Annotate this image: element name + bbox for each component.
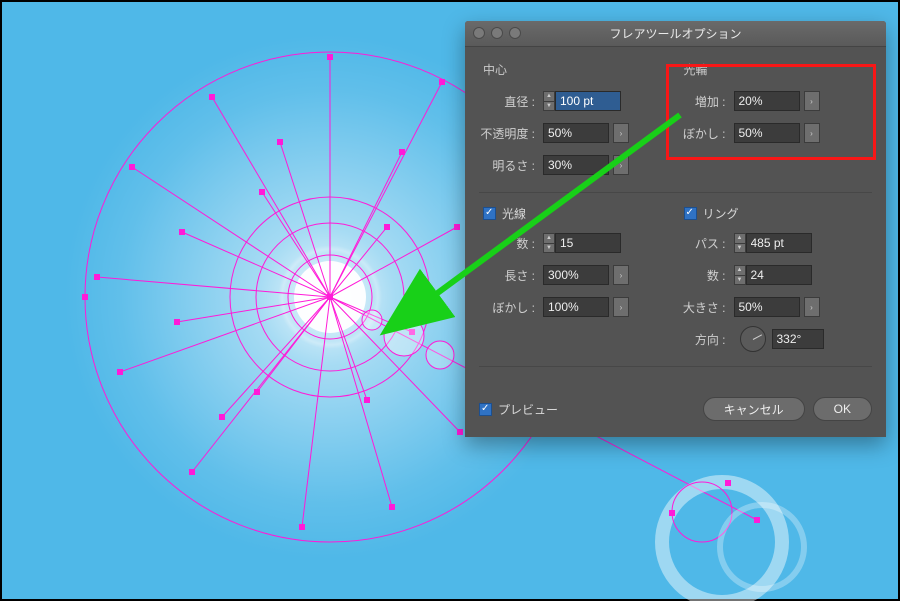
ok-button[interactable]: OK (813, 397, 872, 421)
rings-path-field[interactable] (746, 233, 812, 253)
halo-section: 光輪 増加 : › ぼかし : › (680, 61, 873, 184)
rays-length-field[interactable] (543, 265, 609, 285)
brightness-field[interactable] (543, 155, 609, 175)
rays-length-dropdown[interactable]: › (613, 265, 629, 285)
rings-direction-label: 方向 : (680, 331, 728, 348)
chevron-up-icon[interactable]: ▲ (543, 91, 555, 101)
chevron-down-icon[interactable]: ▼ (543, 243, 555, 254)
rings-count-stepper[interactable]: ▲▼ (734, 265, 746, 285)
chevron-down-icon[interactable]: ▼ (734, 243, 746, 254)
flare-tool-options-dialog: フレアツールオプション 中心 直径 : ▲▼ 不透明度 : › 明るさ : (465, 21, 886, 437)
rings-section: リング パス : ▲▼ 数 : ▲▼ 大きさ : › (680, 205, 873, 358)
rays-checkbox[interactable] (483, 207, 496, 220)
rings-path-label: パス : (680, 235, 728, 252)
direction-dial[interactable] (740, 326, 766, 352)
diameter-label: 直径 : (479, 93, 537, 110)
center-section: 中心 直径 : ▲▼ 不透明度 : › 明るさ : › (479, 61, 672, 184)
center-heading: 中心 (479, 61, 672, 78)
chevron-down-icon[interactable]: ▼ (543, 101, 555, 112)
chevron-down-icon[interactable]: ▼ (734, 275, 746, 286)
opacity-dropdown[interactable]: › (613, 123, 629, 143)
rings-direction-field[interactable] (772, 329, 824, 349)
halo-blur-dropdown[interactable]: › (804, 123, 820, 143)
opacity-label: 不透明度 : (479, 125, 537, 142)
growth-dropdown[interactable]: › (804, 91, 820, 111)
rings-size-label: 大きさ : (680, 299, 728, 316)
dialog-title: フレアツールオプション (609, 25, 741, 42)
rays-blur-dropdown[interactable]: › (613, 297, 629, 317)
rays-blur-label: ぼかし : (479, 299, 537, 316)
zoom-icon[interactable] (509, 27, 521, 39)
rays-count-stepper[interactable]: ▲▼ (543, 233, 555, 253)
chevron-up-icon[interactable]: ▲ (543, 233, 555, 243)
preview-label: プレビュー (498, 401, 558, 418)
rings-count-label: 数 : (680, 267, 728, 284)
rays-count-label: 数 : (479, 235, 537, 252)
window-controls[interactable] (473, 27, 521, 39)
close-icon[interactable] (473, 27, 485, 39)
dialog-titlebar[interactable]: フレアツールオプション (465, 21, 886, 47)
rays-section: 光線 数 : ▲▼ 長さ : › ぼかし : › (479, 205, 672, 358)
halo-blur-label: ぼかし : (680, 125, 728, 142)
opacity-field[interactable] (543, 123, 609, 143)
rays-blur-field[interactable] (543, 297, 609, 317)
brightness-label: 明るさ : (479, 157, 537, 174)
growth-field[interactable] (734, 91, 800, 111)
rings-size-field[interactable] (734, 297, 800, 317)
divider (479, 366, 872, 367)
cancel-button[interactable]: キャンセル (703, 397, 805, 421)
rings-checkbox[interactable] (684, 207, 697, 220)
chevron-up-icon[interactable]: ▲ (734, 233, 746, 243)
growth-label: 増加 : (680, 93, 728, 110)
divider (479, 192, 872, 193)
chevron-up-icon[interactable]: ▲ (734, 265, 746, 275)
brightness-dropdown[interactable]: › (613, 155, 629, 175)
halo-heading: 光輪 (680, 61, 873, 78)
rays-length-label: 長さ : (479, 267, 537, 284)
rings-checkbox-label: リング (703, 205, 739, 222)
rings-path-stepper[interactable]: ▲▼ (734, 233, 746, 253)
rays-count-field[interactable] (555, 233, 621, 253)
diameter-field[interactable] (555, 91, 621, 111)
rings-count-field[interactable] (746, 265, 812, 285)
preview-checkbox[interactable] (479, 403, 492, 416)
minimize-icon[interactable] (491, 27, 503, 39)
diameter-stepper[interactable]: ▲▼ (543, 91, 555, 111)
rays-checkbox-label: 光線 (502, 205, 526, 222)
halo-blur-field[interactable] (734, 123, 800, 143)
rings-size-dropdown[interactable]: › (804, 297, 820, 317)
